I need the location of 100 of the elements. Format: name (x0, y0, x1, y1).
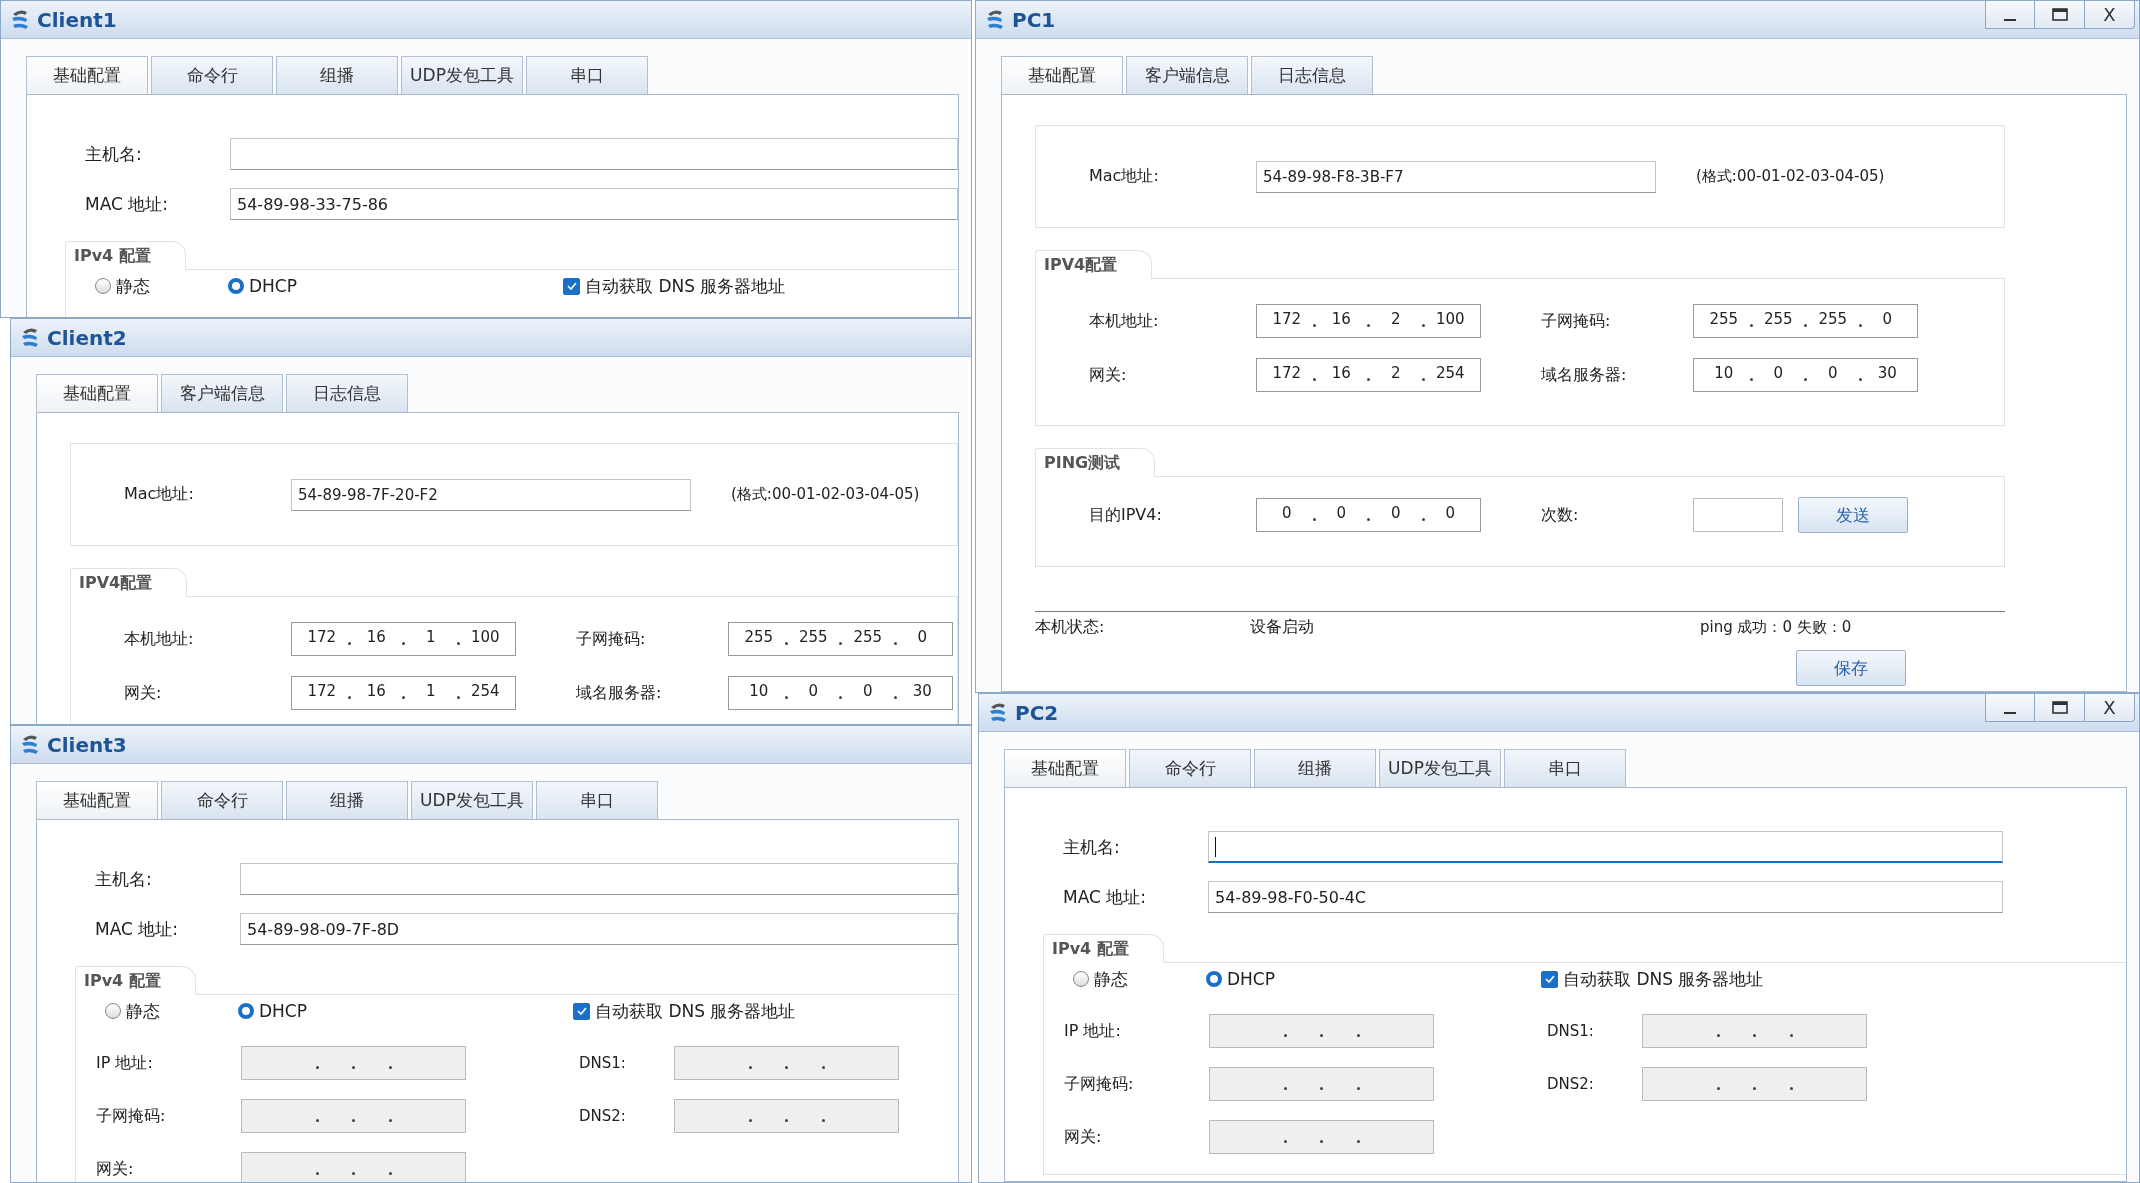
field-label: DNS1: (579, 1054, 627, 1072)
hostname-field[interactable] (1208, 831, 2003, 863)
field-label: DNS2: (579, 1107, 627, 1125)
mac-field[interactable]: 54-89-98-09-7F-8D (240, 913, 958, 945)
ip-field[interactable]: 0 0 0 0 (1256, 498, 1481, 532)
tab[interactable]: 串口 (536, 781, 658, 819)
field-label: DNS2: (1547, 1075, 1595, 1093)
field-label: 域名服务器: (1541, 364, 1628, 386)
maximize-button[interactable] (2035, 1, 2085, 29)
format-hint: (格式:00-01-02-03-04-05) (1696, 167, 1885, 186)
tab[interactable]: 命令行 (1129, 749, 1251, 787)
option-label: 静态 (1094, 967, 1128, 991)
tab[interactable]: UDP发包工具 (411, 781, 533, 819)
window-title: PC2 (1015, 700, 1059, 725)
tab[interactable]: UDP发包工具 (401, 56, 523, 94)
tab[interactable]: 组播 (276, 56, 398, 94)
field-label: IP 地址: (96, 1052, 154, 1074)
tab[interactable]: 串口 (526, 56, 648, 94)
tab[interactable]: 日志信息 (286, 374, 408, 412)
tab[interactable]: 组播 (1254, 749, 1376, 787)
option-label: DHCP (249, 276, 297, 296)
mac-field[interactable]: 54-89-98-F0-50-4C (1208, 881, 2003, 913)
app-icon (987, 700, 1009, 725)
status-label: 本机状态: (1035, 616, 1106, 638)
checkbox[interactable] (563, 277, 580, 295)
tab[interactable]: 基础配置 (1001, 56, 1123, 94)
tab[interactable]: UDP发包工具 (1379, 749, 1501, 787)
field-label: 网关: (124, 682, 163, 704)
tab[interactable]: 基础配置 (26, 56, 148, 94)
field-label: 子网掩码: (1541, 310, 1612, 332)
field-label: 子网掩码: (576, 628, 647, 650)
option-label: 静态 (116, 274, 150, 298)
hostname-field[interactable] (230, 138, 958, 170)
window-title: Client3 (47, 732, 127, 757)
field-label: DNS1: (1547, 1022, 1595, 1040)
tab[interactable]: 组播 (286, 781, 408, 819)
field-label: 主机名: (95, 867, 153, 891)
window-title: PC1 (1012, 7, 1056, 32)
field-label: 子网掩码: (1064, 1073, 1135, 1095)
field-label: MAC 地址: (95, 917, 179, 941)
radio-button[interactable] (1206, 971, 1222, 987)
section-title: IPV4配置 (70, 568, 188, 597)
field-label: 子网掩码: (96, 1105, 167, 1127)
radio-button[interactable] (238, 1003, 254, 1019)
tab[interactable]: 客户端信息 (1126, 56, 1248, 94)
ip-field[interactable]: 172 16 1 100 (291, 622, 516, 656)
tab[interactable]: 基础配置 (36, 374, 158, 412)
tab[interactable]: 客户端信息 (161, 374, 283, 412)
checkbox[interactable] (1541, 970, 1558, 988)
ip-field[interactable]: 255 255 255 0 (1693, 304, 1918, 338)
count-field[interactable] (1693, 498, 1783, 532)
option-label: 静态 (126, 999, 160, 1023)
check-icon (575, 1005, 588, 1017)
field-label: 主机名: (85, 142, 143, 166)
tab[interactable]: 基础配置 (36, 781, 158, 819)
tab[interactable]: 命令行 (161, 781, 283, 819)
ip-field[interactable]: 172 16 1 254 (291, 676, 516, 710)
hostname-field[interactable] (240, 863, 958, 895)
send-button[interactable]: 发送 (1798, 497, 1908, 533)
field-label: MAC 地址: (85, 192, 169, 216)
mac-field[interactable]: 54-89-98-33-75-86 (230, 188, 958, 220)
window-title: Client1 (37, 7, 117, 32)
tab[interactable]: 日志信息 (1251, 56, 1373, 94)
section-title: IPv4 配置 (1043, 934, 1164, 963)
tab[interactable]: 命令行 (151, 56, 273, 94)
field-label: 网关: (1089, 364, 1128, 386)
field-label: 目的IPV4: (1089, 504, 1163, 526)
option-label: 自动获取 DNS 服务器地址 (585, 274, 786, 298)
ip-field[interactable]: 10 0 0 30 (728, 676, 953, 710)
maximize-icon (2051, 8, 2068, 21)
close-button[interactable]: X (2085, 1, 2135, 29)
radio-button[interactable] (95, 278, 111, 294)
mac-field[interactable]: 54-89-98-F8-3B-F7 (1256, 160, 1656, 193)
tab[interactable]: 串口 (1504, 749, 1626, 787)
maximize-button[interactable] (2035, 694, 2085, 722)
field-label: 次数: (1541, 504, 1580, 526)
format-hint: (格式:00-01-02-03-04-05) (731, 485, 920, 504)
mac-field[interactable]: 54-89-98-7F-20-F2 (291, 478, 691, 511)
option-label: DHCP (259, 1001, 307, 1021)
option-label: 自动获取 DNS 服务器地址 (595, 999, 796, 1023)
maximize-icon (2051, 701, 2068, 714)
radio-button[interactable] (228, 278, 244, 294)
check-icon (565, 280, 578, 292)
field-label: 本机地址: (1089, 310, 1160, 332)
field-label: 网关: (1064, 1126, 1103, 1148)
close-button[interactable]: X (2085, 694, 2135, 722)
ip-field[interactable]: 172 16 2 254 (1256, 358, 1481, 392)
app-icon (19, 732, 41, 757)
radio-button[interactable] (105, 1003, 121, 1019)
tab[interactable]: 基础配置 (1004, 749, 1126, 787)
app-icon (19, 325, 41, 350)
ip-field[interactable]: 255 255 255 0 (728, 622, 953, 656)
ip-field[interactable]: 172 16 2 100 (1256, 304, 1481, 338)
ping-result: ping 成功：0 失败：0 (1700, 617, 1852, 637)
save-button[interactable]: 保存 (1796, 650, 1906, 686)
ip-field[interactable]: 10 0 0 30 (1693, 358, 1918, 392)
checkbox[interactable] (573, 1002, 590, 1020)
app-icon (9, 7, 31, 32)
radio-button[interactable] (1073, 971, 1089, 987)
field-label: 本机地址: (124, 628, 195, 650)
